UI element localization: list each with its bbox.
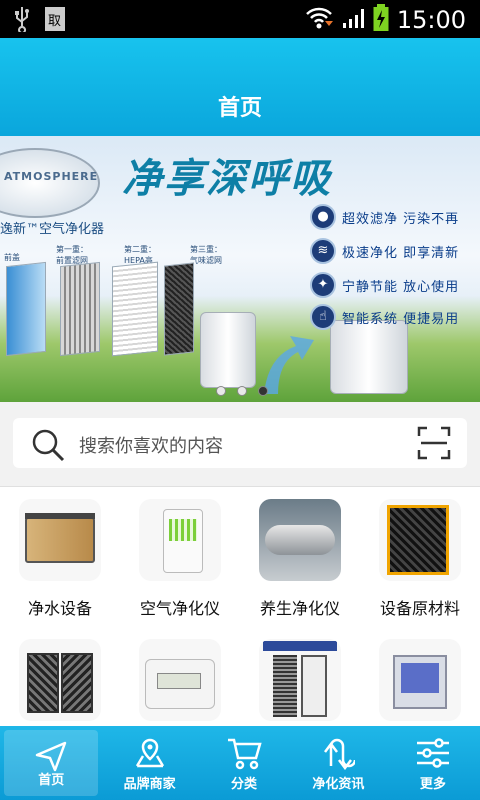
touch-icon: ☝ xyxy=(310,304,336,330)
category-item[interactable]: 养生净化仪 xyxy=(240,499,360,619)
category-image[interactable] xyxy=(19,639,101,721)
pager-dot[interactable] xyxy=(216,386,226,396)
feature-item: ≋ 极速净化 即享清新 xyxy=(310,238,459,264)
bottom-tab-bar: 首页 品牌商家 分类 净化资讯 更多 xyxy=(0,726,480,800)
butterfly-icon: ✦ xyxy=(310,272,336,298)
tab-brands[interactable]: 品牌商家 xyxy=(102,726,196,800)
tab-news[interactable]: 净化资讯 xyxy=(291,726,385,800)
filter-layer xyxy=(164,262,194,356)
tab-home[interactable]: 首页 xyxy=(4,730,99,796)
banner-subtitle: 逸新™空气净化器 xyxy=(0,222,105,237)
search-input[interactable]: 搜索你喜欢的内容 xyxy=(79,432,223,458)
wind-icon: ≋ xyxy=(310,238,336,264)
banner-headline: 净享深呼吸 xyxy=(122,155,332,202)
filter-layer xyxy=(60,261,100,357)
status-bar: 取 15:00 xyxy=(0,0,480,38)
map-icon xyxy=(102,736,196,774)
tab-label: 品牌商家 xyxy=(123,777,176,792)
battery-icon xyxy=(373,4,389,36)
category-item[interactable]: 设备原材料 xyxy=(360,499,480,619)
brand-name: ATMOSPHERE xyxy=(4,170,99,183)
category-grid: 净水设备 空气净化仪 养生净化仪 设备原材料 xyxy=(0,486,480,726)
usb-icon xyxy=(14,6,30,36)
category-item[interactable] xyxy=(120,639,240,735)
sliders-icon xyxy=(386,736,480,774)
category-image[interactable] xyxy=(259,499,341,581)
pager-dot-active[interactable] xyxy=(258,386,268,396)
category-image[interactable] xyxy=(379,499,461,581)
category-item[interactable] xyxy=(0,639,120,735)
banner-carousel[interactable]: ATMOSPHERE 净享深呼吸 逸新™空气净化器 前盖 第一重： 前置滤网 第… xyxy=(0,136,480,402)
purifier-image xyxy=(330,320,408,394)
carousel-pager[interactable] xyxy=(216,386,268,396)
purifier-image xyxy=(200,312,256,388)
category-image[interactable] xyxy=(139,499,221,581)
category-image[interactable] xyxy=(379,639,461,721)
category-item[interactable]: 空气净化仪 xyxy=(120,499,240,619)
wifi-icon xyxy=(305,5,333,35)
filter-layer xyxy=(112,261,158,357)
stage-label: 前盖 xyxy=(4,253,20,262)
tab-more[interactable]: 更多 xyxy=(386,726,480,800)
svg-text:取: 取 xyxy=(48,14,61,29)
scan-icon[interactable] xyxy=(417,426,451,464)
cart-icon xyxy=(197,736,291,774)
feature-item: ● 超效滤净 污染不再 xyxy=(310,204,459,230)
search-icon[interactable] xyxy=(31,428,65,466)
clock-time: 15:00 xyxy=(396,6,466,34)
category-image[interactable] xyxy=(139,639,221,721)
brand-logo xyxy=(0,148,100,218)
tab-category[interactable]: 分类 xyxy=(197,726,291,800)
tab-label: 首页 xyxy=(38,773,65,788)
document-icon: 取 xyxy=(44,6,66,36)
category-label: 空气净化仪 xyxy=(139,599,220,618)
signal-icon xyxy=(341,6,365,34)
leaf-icon: ● xyxy=(310,204,336,230)
feature-item: ☝ 智能系统 便捷易用 xyxy=(310,304,459,330)
title-bar: 首页 xyxy=(0,38,480,136)
category-image[interactable] xyxy=(259,639,341,721)
category-item[interactable] xyxy=(360,639,480,735)
tab-label: 更多 xyxy=(419,777,446,792)
category-label: 净水设备 xyxy=(27,599,92,618)
stage-label: 第三重： 气味滤网 xyxy=(190,245,222,265)
page-title: 首页 xyxy=(217,96,262,121)
category-image[interactable] xyxy=(19,499,101,581)
category-item[interactable] xyxy=(240,639,360,735)
category-label: 养生净化仪 xyxy=(259,599,340,618)
swap-icon xyxy=(291,736,385,774)
filter-layer xyxy=(6,261,46,357)
pager-dot[interactable] xyxy=(237,386,247,396)
category-label: 设备原材料 xyxy=(379,599,460,618)
tab-label: 净化资讯 xyxy=(312,777,365,792)
feature-item: ✦ 宁静节能 放心使用 xyxy=(310,272,459,298)
category-item[interactable]: 净水设备 xyxy=(0,499,120,619)
tab-label: 分类 xyxy=(231,777,258,792)
search-bar[interactable]: 搜索你喜欢的内容 xyxy=(13,418,467,468)
